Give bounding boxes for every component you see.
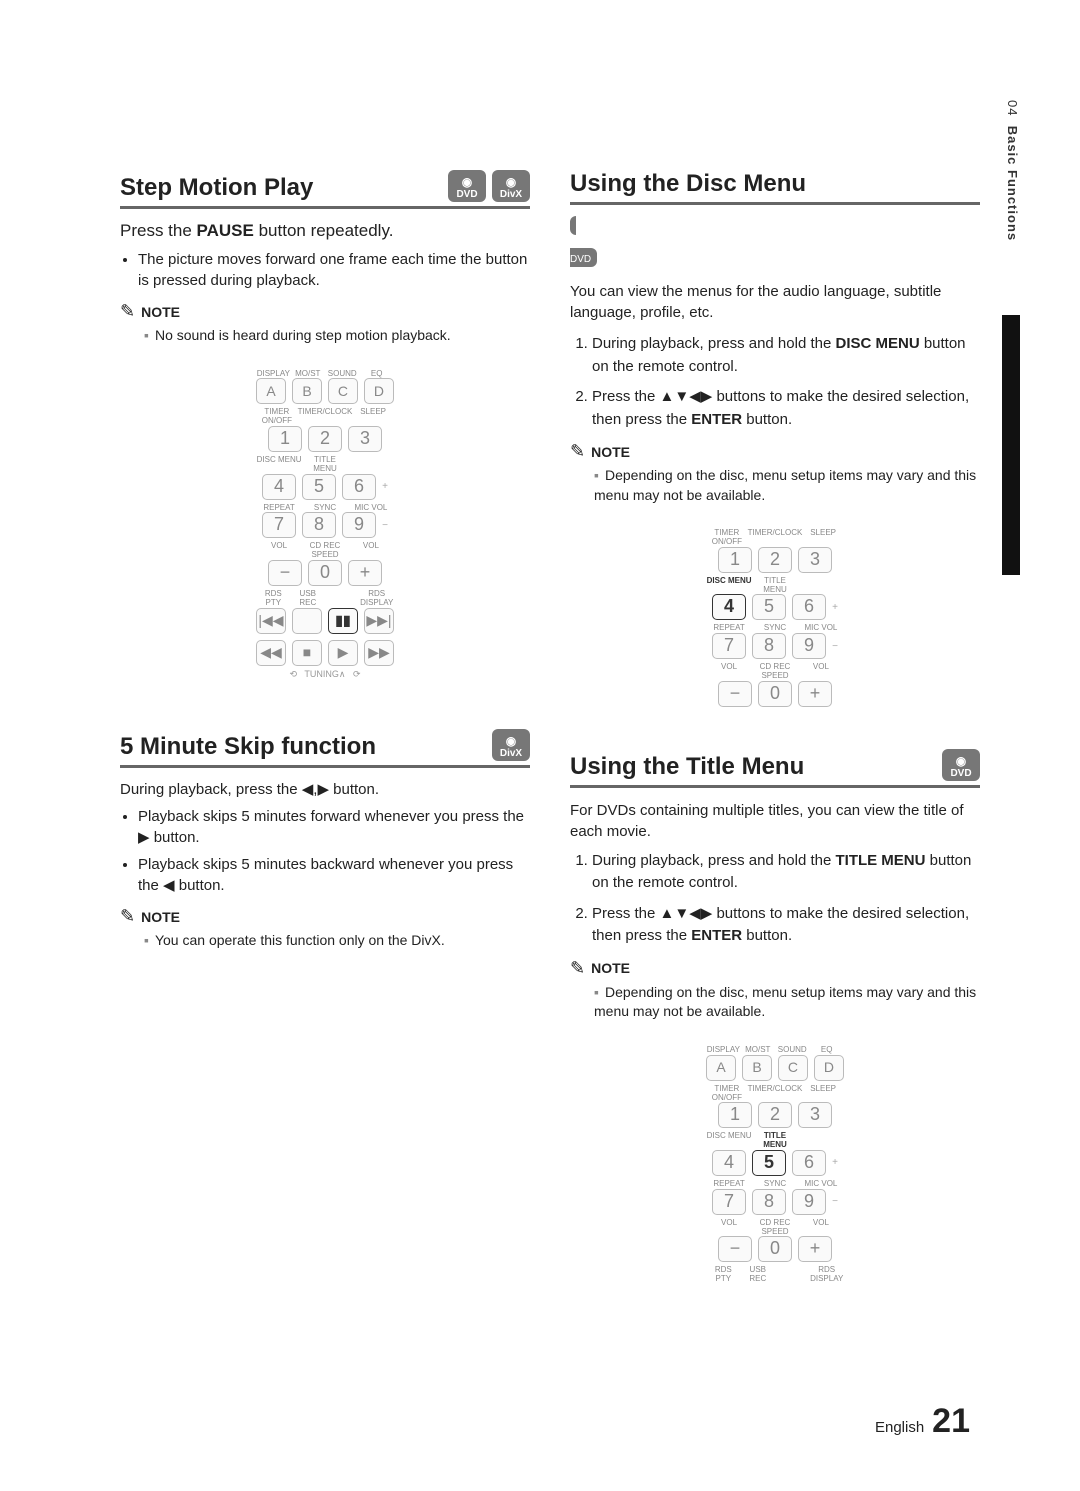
title-menu-intro: For DVDs containing multiple titles, you… (570, 800, 980, 842)
chapter-tab: 04 Basic Functions (1005, 100, 1020, 241)
disc-menu-step-1: During playback, press and hold the DISC… (592, 333, 980, 378)
step-motion-bullet: The picture moves forward one frame each… (138, 249, 530, 291)
note-heading: ✎ NOTE (570, 441, 980, 462)
skip-heading: 5 Minute Skip function ◉DivX (120, 729, 530, 768)
note-icon: ✎ (120, 301, 135, 322)
remote-diagram-discmenu: TIMER ON/OFFTIMER/CLOCKSLEEP 123 DISC ME… (698, 519, 852, 715)
pause-button-highlight: ▮▮ (328, 608, 358, 634)
disc-menu-step-2: Press the ▲▼◀▶ buttons to make the desir… (592, 386, 980, 431)
disc-menu-intro: You can view the menus for the audio lan… (570, 281, 980, 323)
title-menu-step-1: During playback, press and hold the TITL… (592, 850, 980, 895)
skip-note: ▪You can operate this function only on t… (120, 931, 530, 951)
page-footer: English21 (875, 1402, 970, 1441)
title-menu-step-2: Press the ▲▼◀▶ buttons to make the desir… (592, 903, 980, 948)
title-menu-note: ▪Depending on the disc, menu setup items… (570, 983, 980, 1022)
disc-menu-note: ▪Depending on the disc, menu setup items… (570, 466, 980, 505)
note-heading: ✎ NOTE (120, 301, 530, 322)
dvd-badge-icon: ◉DVD (942, 749, 980, 781)
disc-menu-button-highlight: 4 (712, 594, 746, 620)
divx-badge-icon: ◉DivX (492, 170, 530, 202)
dvd-badge-icon: ◉DVD (570, 216, 980, 267)
title-menu-heading: Using the Title Menu ◉DVD (570, 749, 980, 788)
note-heading: ✎ NOTE (120, 906, 530, 927)
skip-bullet-backward: Playback skips 5 minutes backward whenev… (138, 854, 530, 896)
note-icon: ✎ (570, 441, 585, 462)
disc-menu-heading: Using the Disc Menu (570, 170, 980, 205)
step-motion-note: ▪No sound is heard during step motion pl… (120, 326, 530, 346)
divx-badge-icon: ◉DivX (492, 729, 530, 761)
skip-bullet-forward: Playback skips 5 minutes forward wheneve… (138, 806, 530, 848)
note-icon: ✎ (120, 906, 135, 927)
side-index-marker (1002, 315, 1020, 575)
remote-diagram-titlemenu: DISPLAYMO/STSOUNDEQ ABCD TIMER ON/OFFTIM… (698, 1036, 852, 1290)
step-motion-instruction: Press the PAUSE button repeatedly. (120, 221, 530, 241)
dvd-badge-icon: ◉DVD (448, 170, 486, 202)
skip-intro: During playback, press the ◀,▶ button. (120, 780, 530, 798)
note-heading: ✎ NOTE (570, 958, 980, 979)
note-icon: ✎ (570, 958, 585, 979)
remote-diagram-pause: DISPLAYMO/STSOUNDEQ ABCD TIMER ON/OFFTIM… (248, 360, 402, 686)
title-menu-button-highlight: 5 (752, 1150, 786, 1176)
step-motion-heading: Step Motion Play ◉DVD ◉DivX (120, 170, 530, 209)
